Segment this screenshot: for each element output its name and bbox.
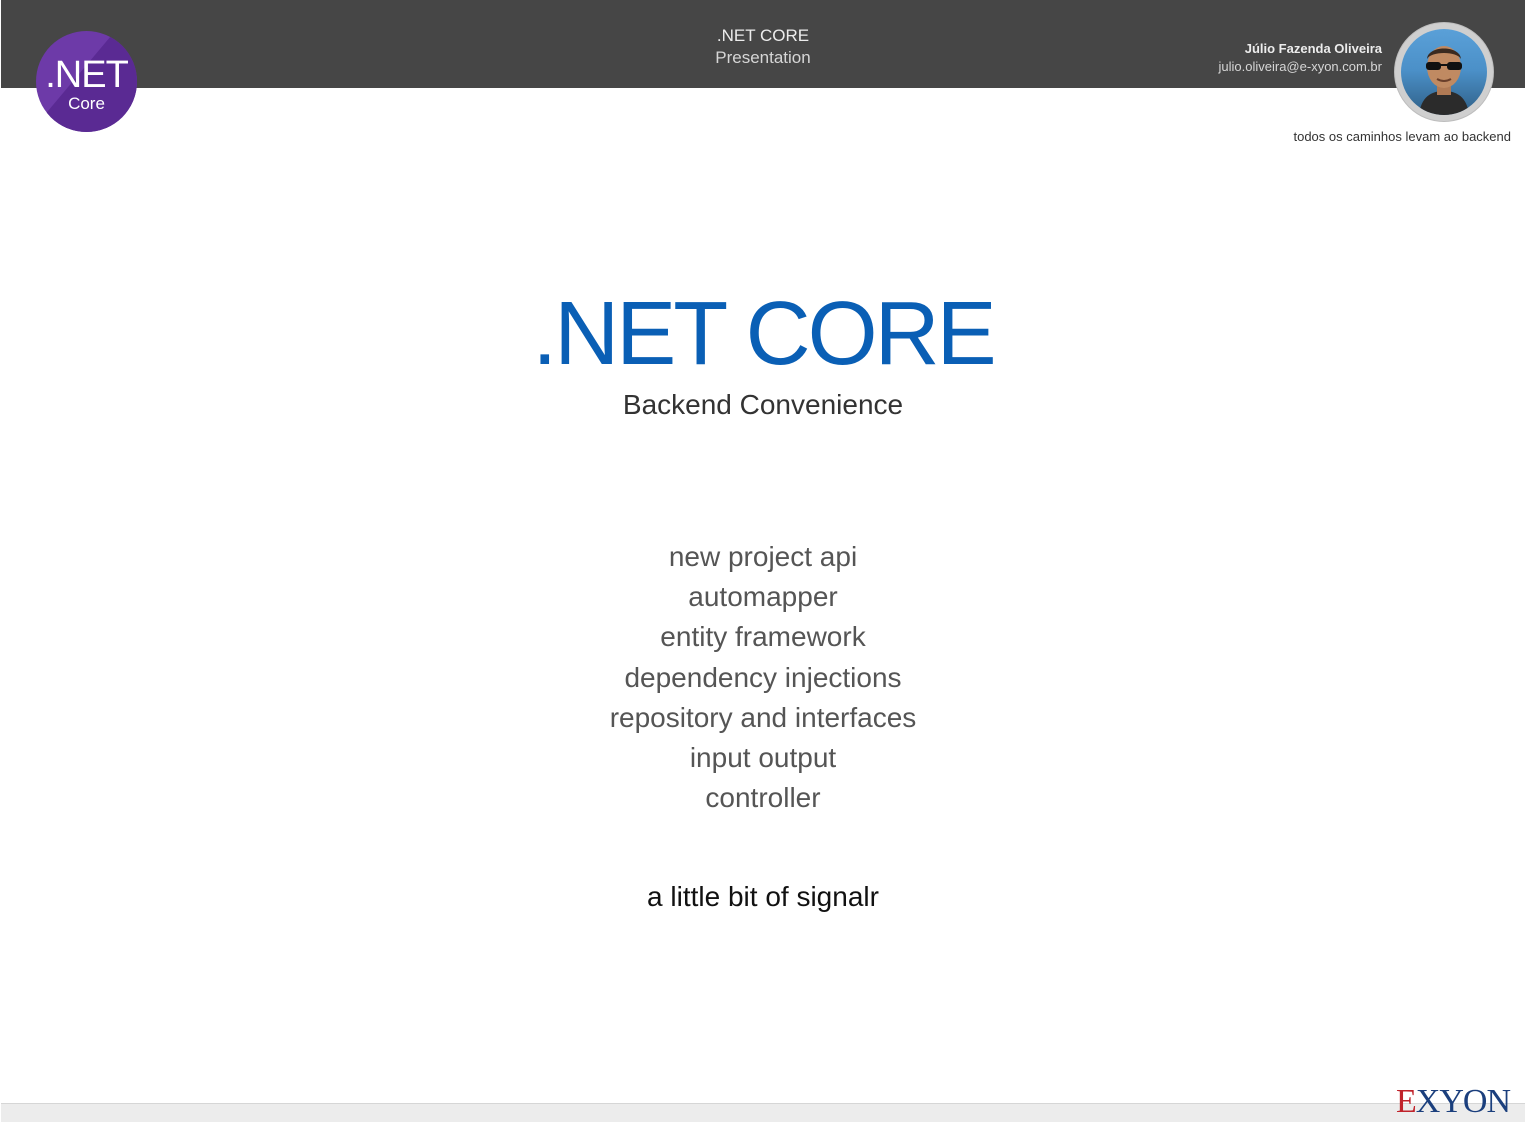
topic-item: controller bbox=[705, 782, 821, 814]
author-name: Júlio Fazenda Oliveira bbox=[1244, 41, 1382, 56]
author-info: Júlio Fazenda Oliveira julio.oliveira@e-… bbox=[1219, 40, 1382, 76]
slide-title: .NET CORE bbox=[532, 284, 996, 384]
topic-item: dependency injections bbox=[624, 661, 902, 693]
exyon-logo-text: XYON bbox=[1415, 1083, 1511, 1120]
dotnet-core-logo: .NET Core bbox=[36, 31, 137, 132]
logo-core-text: Core bbox=[68, 94, 105, 113]
slide-subtitle: Backend Convenience bbox=[622, 389, 904, 420]
topic-item: entity framework bbox=[660, 621, 866, 653]
top-header-bar: .NET CORE Presentation Júlio Fazenda Oli… bbox=[1, 0, 1525, 88]
person-photo-icon bbox=[1419, 46, 1469, 115]
avatar bbox=[1394, 22, 1494, 122]
topic-item: new project api bbox=[668, 541, 858, 572]
topic-item: repository and interfaces bbox=[609, 701, 917, 733]
exyon-logo-e: E bbox=[1396, 1083, 1417, 1120]
avatar-photo bbox=[1401, 29, 1487, 115]
author-email: julio.oliveira@e-xyon.com.br bbox=[1218, 59, 1382, 74]
extra-topic: a little bit of signalr bbox=[647, 881, 879, 912]
logo-net-text: .NET bbox=[45, 54, 129, 96]
topic-list: new project api automapper entity framew… bbox=[0, 537, 1526, 818]
topic-item: automapper bbox=[688, 581, 838, 613]
footer-bar bbox=[1, 1103, 1525, 1122]
topic-item: input output bbox=[689, 742, 837, 774]
tagline: todos os caminhos levam ao backend bbox=[1293, 129, 1511, 144]
exyon-logo: EXYON bbox=[1396, 1083, 1511, 1121]
